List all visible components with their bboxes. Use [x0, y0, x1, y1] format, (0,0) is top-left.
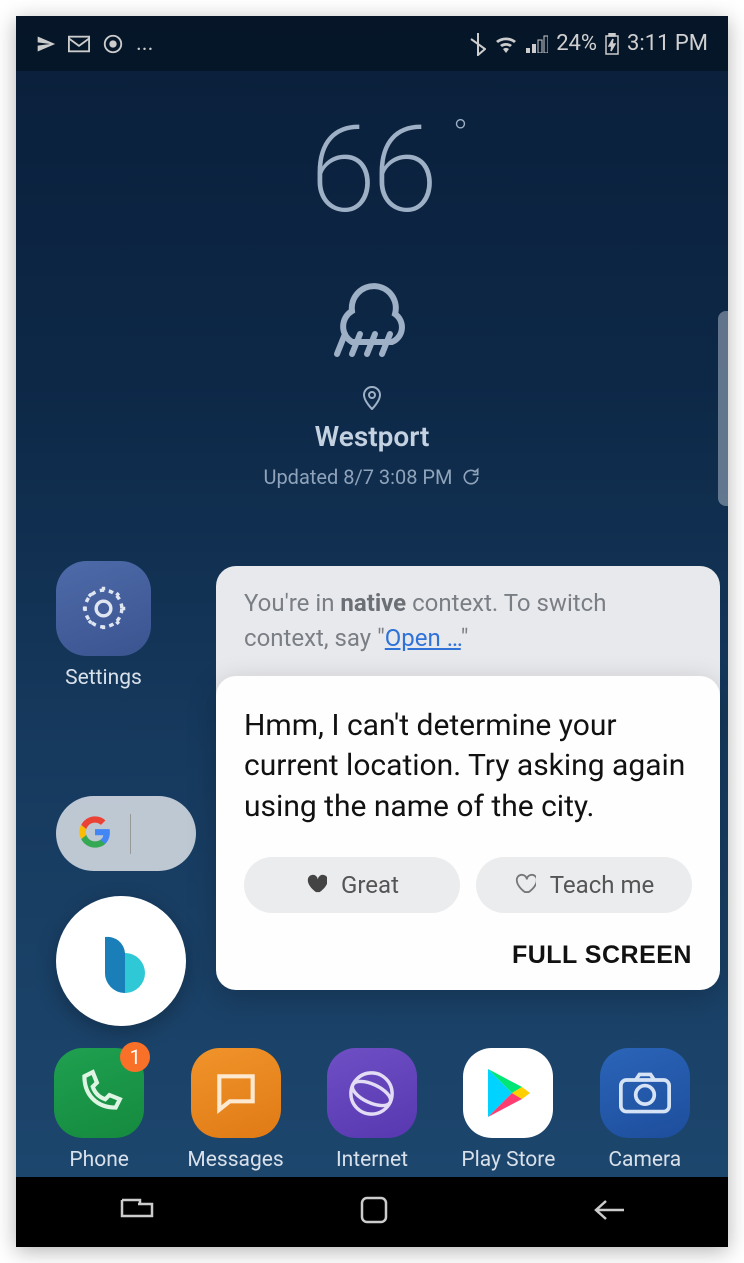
gear-icon: [56, 561, 151, 656]
status-bar[interactable]: ... 24% 3:11 PM: [16, 16, 728, 71]
feedback-teach-button[interactable]: Teach me: [476, 857, 692, 913]
bixby-response: Hmm, I can't determine your current loca…: [216, 676, 720, 991]
phone-label: Phone: [69, 1148, 129, 1172]
target-icon: [102, 33, 124, 55]
phone-screen: ... 24% 3:11 PM 66°: [16, 16, 728, 1247]
app-internet[interactable]: Internet: [309, 1048, 434, 1172]
send-icon: [36, 34, 56, 54]
app-settings[interactable]: Settings: [56, 561, 151, 690]
phone-icon: 1: [54, 1048, 144, 1138]
navigation-bar: [16, 1177, 728, 1247]
google-search-bar[interactable]: [56, 796, 196, 871]
edge-panel-handle[interactable]: [718, 311, 728, 506]
battery-icon: [605, 33, 619, 55]
bixby-button[interactable]: [56, 896, 186, 1026]
back-button[interactable]: [592, 1197, 626, 1227]
temperature-value: 66°: [310, 101, 434, 241]
mail-icon: [68, 35, 90, 53]
signal-icon: [526, 35, 548, 53]
status-right-icons: 24% 3:11 PM: [470, 31, 708, 56]
wifi-icon: [494, 35, 518, 53]
settings-label: Settings: [65, 666, 142, 690]
google-g-icon: [78, 815, 112, 853]
divider: [130, 814, 131, 854]
play-store-icon: [463, 1048, 553, 1138]
home-button[interactable]: [359, 1195, 389, 1229]
feedback-row: Great Teach me: [244, 857, 692, 913]
heart-outline-icon: [514, 871, 536, 899]
internet-label: Internet: [336, 1148, 408, 1172]
recents-button[interactable]: [118, 1196, 156, 1228]
bixby-message: Hmm, I can't determine your current loca…: [244, 706, 692, 828]
refresh-icon[interactable]: [461, 467, 481, 487]
app-play-store[interactable]: Play Store: [446, 1048, 571, 1172]
feedback-great-button[interactable]: Great: [244, 857, 460, 913]
status-left-icons: ...: [36, 31, 153, 56]
bluetooth-icon: [470, 32, 486, 56]
fullscreen-button[interactable]: FULL SCREEN: [244, 941, 692, 970]
location-name: Westport: [16, 420, 728, 453]
location-pin-icon: [16, 386, 728, 410]
weather-widget[interactable]: 66° Westport Updated 8/7 3:08 PM: [16, 71, 728, 489]
clock-time: 3:11 PM: [627, 31, 708, 56]
notification-badge: 1: [120, 1042, 150, 1072]
open-link[interactable]: Open …: [385, 624, 461, 652]
heart-filled-icon: [305, 871, 327, 899]
more-icon: ...: [136, 31, 153, 56]
app-messages[interactable]: Messages: [173, 1048, 298, 1172]
app-phone[interactable]: 1 Phone: [37, 1048, 162, 1172]
messages-icon: [191, 1048, 281, 1138]
camera-icon: [600, 1048, 690, 1138]
messages-label: Messages: [187, 1148, 283, 1172]
play-store-label: Play Store: [461, 1148, 555, 1172]
degree-icon: °: [453, 111, 464, 158]
rain-cloud-icon: [16, 266, 728, 361]
updated-time: Updated 8/7 3:08 PM: [16, 465, 728, 489]
bixby-logo-icon: [81, 921, 161, 1001]
internet-icon: [327, 1048, 417, 1138]
camera-label: Camera: [608, 1148, 681, 1172]
bixby-card: You're in native context. To switch cont…: [216, 566, 720, 990]
app-camera[interactable]: Camera: [582, 1048, 707, 1172]
dock: 1 Phone Messages Internet Play Store: [16, 1048, 728, 1172]
battery-percent: 24%: [556, 31, 597, 56]
